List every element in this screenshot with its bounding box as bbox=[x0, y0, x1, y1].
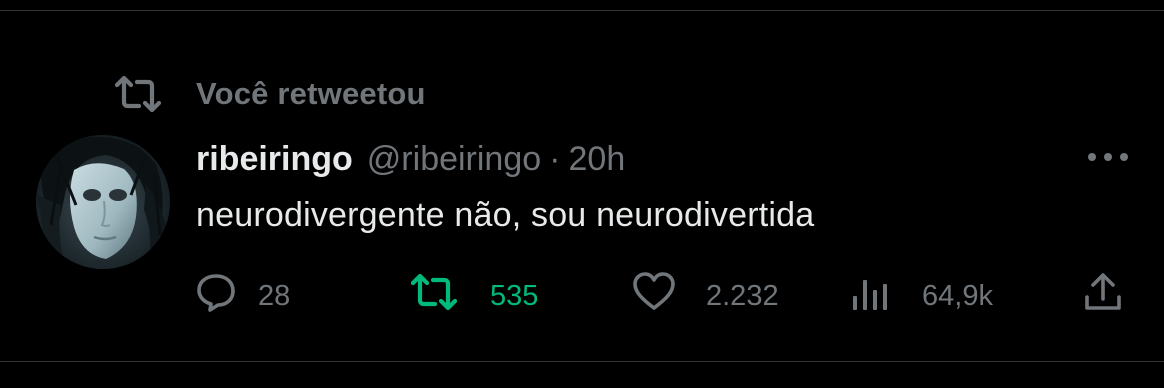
heart-icon bbox=[632, 272, 676, 320]
like-count: 2.232 bbox=[706, 279, 779, 312]
user-handle[interactable]: @ribeiringo bbox=[367, 140, 541, 179]
views-count: 64,9k bbox=[922, 279, 993, 312]
like-button[interactable]: 2.232 bbox=[632, 270, 779, 322]
tweet-header: ribeiringo @ribeiringo · 20h bbox=[196, 136, 625, 182]
tweet-text: neurodivergente não, sou neurodivertida bbox=[196, 196, 815, 234]
tweet-timestamp[interactable]: 20h bbox=[569, 140, 626, 179]
retweet-banner-text[interactable]: Você retweetou bbox=[196, 76, 426, 112]
retweet-count: 535 bbox=[490, 279, 539, 312]
display-name[interactable]: ribeiringo bbox=[196, 140, 353, 179]
retweet-icon bbox=[410, 273, 458, 318]
more-button[interactable] bbox=[1082, 142, 1134, 174]
top-divider bbox=[0, 10, 1164, 11]
more-icon bbox=[1086, 149, 1130, 167]
header-separator: · bbox=[549, 139, 561, 178]
retweet-banner: Você retweetou bbox=[114, 72, 426, 116]
share-icon bbox=[1082, 271, 1124, 321]
retweet-icon bbox=[114, 76, 162, 112]
share-button[interactable] bbox=[1082, 270, 1124, 322]
bottom-divider bbox=[0, 361, 1164, 362]
reply-count: 28 bbox=[258, 279, 291, 312]
views-button[interactable]: 64,9k bbox=[850, 270, 993, 322]
reply-icon bbox=[196, 272, 236, 320]
retweet-button[interactable]: 535 bbox=[410, 270, 538, 322]
views-icon bbox=[850, 272, 890, 320]
tweet-actions: 28 535 2.232 64,9k bbox=[0, 270, 1164, 322]
reply-button[interactable]: 28 bbox=[196, 270, 290, 322]
avatar[interactable] bbox=[36, 135, 170, 269]
